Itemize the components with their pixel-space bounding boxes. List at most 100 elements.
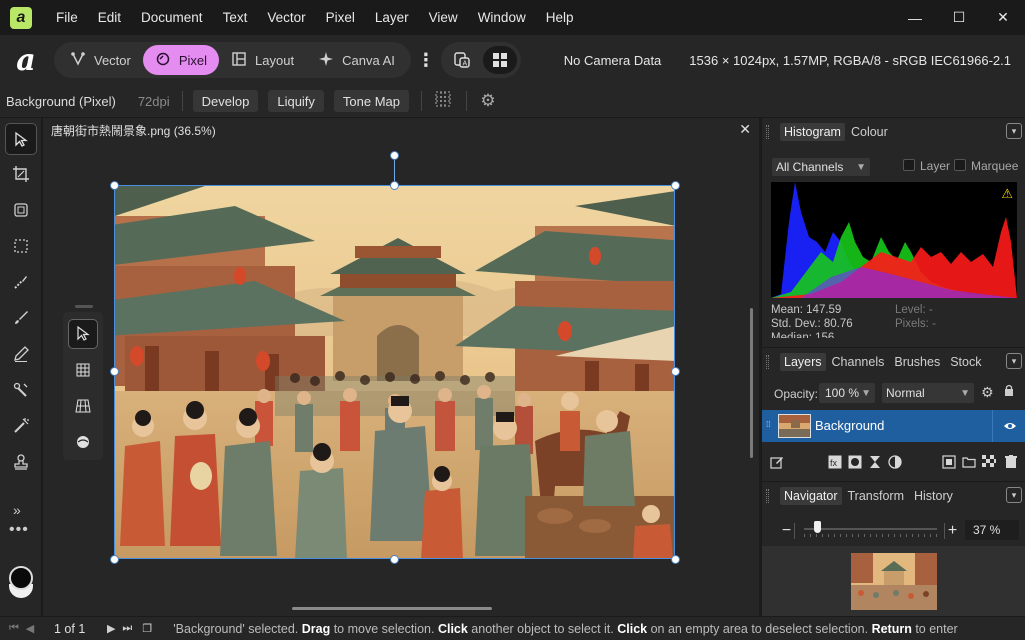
selection-brush-icon[interactable]: [5, 266, 37, 298]
next-page-icon[interactable]: ▶: [103, 622, 119, 635]
crop-tool-icon[interactable]: [5, 158, 37, 190]
tab-histogram[interactable]: Histogram: [780, 123, 845, 141]
expand-tools-icon[interactable]: »: [13, 502, 21, 518]
foreground-color-well[interactable]: [9, 566, 33, 590]
menu-layer[interactable]: Layer: [365, 0, 419, 35]
liquify-sphere-icon[interactable]: [68, 427, 98, 457]
resize-handle-left[interactable]: [110, 367, 119, 376]
add-pixel-layer-icon[interactable]: [942, 455, 956, 472]
menu-document[interactable]: Document: [131, 0, 213, 35]
mesh-warp-icon[interactable]: [5, 194, 37, 226]
first-page-icon[interactable]: ⏮: [6, 622, 22, 635]
tab-history[interactable]: History: [910, 487, 957, 505]
zoom-slider-knob[interactable]: [813, 521, 821, 533]
move-tool-icon[interactable]: [5, 123, 37, 155]
tab-transform[interactable]: Transform: [844, 487, 909, 505]
pixel-pencil-icon[interactable]: [5, 338, 37, 370]
tab-channels[interactable]: Channels: [828, 353, 889, 371]
retouch-tool-icon[interactable]: [5, 410, 37, 442]
tab-brushes[interactable]: Brushes: [890, 353, 944, 371]
studio-logo[interactable]: a: [6, 40, 46, 80]
last-page-icon[interactable]: ⏭: [119, 622, 135, 635]
resize-handle-bottom-left[interactable]: [110, 555, 119, 564]
add-group-folder-icon[interactable]: [962, 455, 976, 472]
perspective-grid-icon[interactable]: [68, 355, 98, 385]
layer-settings-gear-icon[interactable]: ⚙: [981, 384, 994, 401]
persona-canva-ai[interactable]: Canva AI: [306, 45, 407, 75]
rotate-handle[interactable]: [390, 151, 399, 160]
navigator-thumbnail[interactable]: [851, 553, 937, 610]
live-filter-icon[interactable]: [888, 455, 902, 472]
horizontal-scrollbar[interactable]: [292, 607, 492, 610]
adjustment-icon[interactable]: [868, 455, 882, 472]
prev-page-icon[interactable]: ◀: [22, 622, 38, 635]
panel-grip[interactable]: [766, 355, 769, 369]
persona-layout[interactable]: Layout: [219, 45, 306, 75]
pixel-grid-icon[interactable]: [432, 90, 454, 113]
liquify-button[interactable]: Liquify: [268, 90, 324, 112]
maximize-button[interactable]: ☐: [937, 0, 981, 35]
drag-handle-icon[interactable]: ⁞⁞: [766, 420, 770, 429]
mask-layer-icon[interactable]: [848, 455, 862, 472]
resize-handle-right[interactable]: [671, 367, 680, 376]
zoom-in-button[interactable]: +: [944, 522, 960, 539]
close-document-icon[interactable]: ✕: [739, 121, 751, 138]
assets-view-icon[interactable]: A: [445, 46, 479, 74]
resize-handle-top-right[interactable]: [671, 181, 680, 190]
marquee-checkbox[interactable]: [954, 159, 966, 171]
menu-edit[interactable]: Edit: [88, 0, 131, 35]
collapse-chevron-icon[interactable]: ▾: [1006, 123, 1022, 139]
opacity-field[interactable]: 100 % ▼: [819, 383, 875, 403]
tab-stock[interactable]: Stock: [946, 353, 985, 371]
marquee-tool-icon[interactable]: [5, 230, 37, 262]
close-window-button[interactable]: ✕: [981, 0, 1025, 35]
more-tools-icon[interactable]: •••: [9, 521, 29, 539]
visibility-eye-icon[interactable]: [992, 410, 1025, 442]
menu-file[interactable]: File: [46, 0, 88, 35]
persona-vector[interactable]: Vector: [58, 45, 143, 75]
blend-mode-select[interactable]: Normal ▼: [882, 383, 974, 403]
zoom-slider[interactable]: [804, 528, 937, 530]
zoom-field[interactable]: 37 %: [965, 520, 1019, 540]
menu-text[interactable]: Text: [213, 0, 258, 35]
app-logo[interactable]: a: [10, 6, 32, 29]
collapse-chevron-icon[interactable]: ▾: [1006, 487, 1022, 503]
fx-icon[interactable]: fx: [828, 455, 842, 472]
delete-layer-icon[interactable]: [1005, 455, 1017, 472]
menu-window[interactable]: Window: [468, 0, 536, 35]
tab-layers[interactable]: Layers: [780, 352, 826, 371]
collapse-chevron-icon[interactable]: ▾: [1006, 353, 1022, 369]
move-arrow-icon[interactable]: [68, 319, 98, 349]
resize-handle-bottom[interactable]: [390, 555, 399, 564]
canvas-image[interactable]: [114, 185, 675, 559]
tab-colour[interactable]: Colour: [847, 123, 892, 141]
channel-select[interactable]: All Channels ▼: [772, 158, 870, 176]
resize-handle-top[interactable]: [390, 181, 399, 190]
lock-icon[interactable]: [1004, 384, 1014, 400]
zoom-out-button[interactable]: −: [779, 522, 795, 539]
menu-vector[interactable]: Vector: [257, 0, 315, 35]
vertical-scrollbar[interactable]: [750, 308, 753, 458]
panel-grip[interactable]: [766, 125, 769, 139]
menu-help[interactable]: Help: [536, 0, 584, 35]
layer-row[interactable]: ⁞⁞ Background: [762, 410, 1025, 442]
grid-view-icon[interactable]: [482, 46, 517, 74]
paint-brush-icon[interactable]: [5, 302, 37, 334]
tab-navigator[interactable]: Navigator: [780, 486, 842, 505]
resize-handle-top-left[interactable]: [110, 181, 119, 190]
healing-brush-icon[interactable]: [5, 374, 37, 406]
mesh-distort-icon[interactable]: [68, 391, 98, 421]
checkerboard-layer-icon[interactable]: [982, 455, 996, 472]
menu-pixel[interactable]: Pixel: [316, 0, 365, 35]
document-tab[interactable]: 唐朝街市熱鬧景象.png (36.5%) ✕: [43, 118, 759, 142]
menu-view[interactable]: View: [419, 0, 468, 35]
more-menu-icon[interactable]: ⋮: [417, 50, 435, 71]
palette-grip[interactable]: [75, 305, 93, 308]
persona-pixel[interactable]: Pixel: [142, 45, 220, 75]
resize-handle-bottom-right[interactable]: [671, 555, 680, 564]
clone-stamp-icon[interactable]: [5, 446, 37, 478]
tone-map-button[interactable]: Tone Map: [333, 90, 410, 112]
settings-gear-icon[interactable]: ⚙: [477, 91, 499, 111]
edit-layer-icon[interactable]: [770, 455, 784, 472]
pages-icon[interactable]: ❐: [139, 622, 155, 635]
